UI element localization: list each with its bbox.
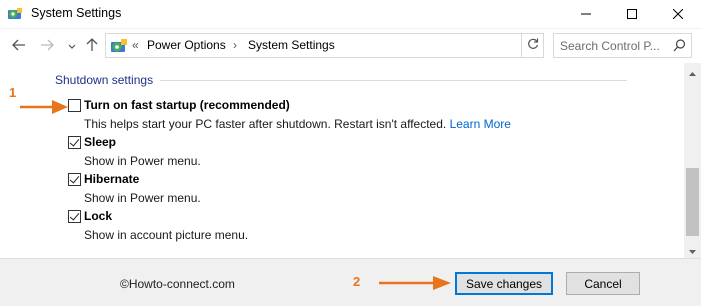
settings-content: Shutdown settings Turn on fast startup (… xyxy=(0,63,684,258)
arrow-left-icon xyxy=(12,39,26,54)
scroll-up-button[interactable] xyxy=(684,63,701,80)
forward-button[interactable] xyxy=(38,37,56,55)
annotation-arrow-icon xyxy=(379,276,451,290)
maximize-button[interactable] xyxy=(609,0,655,29)
arrow-right-icon xyxy=(40,39,54,54)
minimize-button[interactable] xyxy=(563,0,609,29)
annotation-number-two: 2 xyxy=(353,274,361,289)
search-box[interactable] xyxy=(553,33,692,58)
lock-description: Show in account picture menu. xyxy=(84,228,249,242)
minimize-icon xyxy=(581,8,591,22)
breadcrumb-system-settings[interactable]: System Settings xyxy=(248,38,335,52)
breadcrumb-overflow[interactable]: « xyxy=(132,38,139,52)
close-button[interactable] xyxy=(655,0,701,29)
hibernate-description: Show in Power menu. xyxy=(84,191,201,205)
window-title: System Settings xyxy=(31,6,122,20)
breadcrumb-power-options[interactable]: Power Options xyxy=(147,38,226,52)
section-title: Shutdown settings xyxy=(55,73,154,87)
control-panel-icon xyxy=(7,6,23,22)
recent-locations-button[interactable] xyxy=(63,37,81,55)
breadcrumb-separator[interactable]: › xyxy=(233,38,237,52)
maximize-icon xyxy=(627,8,637,22)
watermark: ©Howto-connect.com xyxy=(120,277,235,291)
learn-more-link[interactable]: Learn More xyxy=(450,117,511,131)
sleep-label[interactable]: Sleep xyxy=(84,135,116,149)
annotation-arrow-icon xyxy=(20,100,68,114)
chevron-down-icon xyxy=(68,39,76,53)
close-icon xyxy=(672,8,684,22)
up-button[interactable] xyxy=(83,37,101,55)
sleep-checkbox[interactable] xyxy=(68,136,81,149)
sleep-description: Show in Power menu. xyxy=(84,154,201,168)
cancel-button[interactable]: Cancel xyxy=(566,272,640,295)
search-icon[interactable] xyxy=(673,39,686,52)
section-divider xyxy=(160,80,627,81)
fast-startup-description-text: This helps start your PC faster after sh… xyxy=(84,117,447,131)
scroll-down-button[interactable] xyxy=(684,241,701,258)
scroll-thumb[interactable] xyxy=(686,168,699,236)
fast-startup-description: This helps start your PC faster after sh… xyxy=(84,117,511,131)
footer: ©Howto-connect.com Save changes Cancel xyxy=(0,258,701,306)
annotation-number-one: 1 xyxy=(9,85,17,100)
title-bar: System Settings xyxy=(0,0,701,29)
fast-startup-label[interactable]: Turn on fast startup (recommended) xyxy=(84,98,290,112)
hibernate-checkbox[interactable] xyxy=(68,173,81,186)
address-box[interactable]: « Power Options › System Settings xyxy=(105,33,544,58)
hibernate-label[interactable]: Hibernate xyxy=(84,172,139,186)
lock-label[interactable]: Lock xyxy=(84,209,112,223)
save-changes-button[interactable]: Save changes xyxy=(455,272,553,295)
control-panel-icon xyxy=(110,37,128,55)
back-button[interactable] xyxy=(10,37,28,55)
triangle-up-icon xyxy=(689,65,696,79)
refresh-icon xyxy=(527,38,539,53)
triangle-down-icon xyxy=(689,243,696,257)
search-input[interactable] xyxy=(560,37,670,54)
refresh-button[interactable] xyxy=(521,33,543,58)
vertical-scrollbar[interactable] xyxy=(684,63,701,258)
lock-checkbox[interactable] xyxy=(68,210,81,223)
arrow-up-icon xyxy=(86,37,98,55)
